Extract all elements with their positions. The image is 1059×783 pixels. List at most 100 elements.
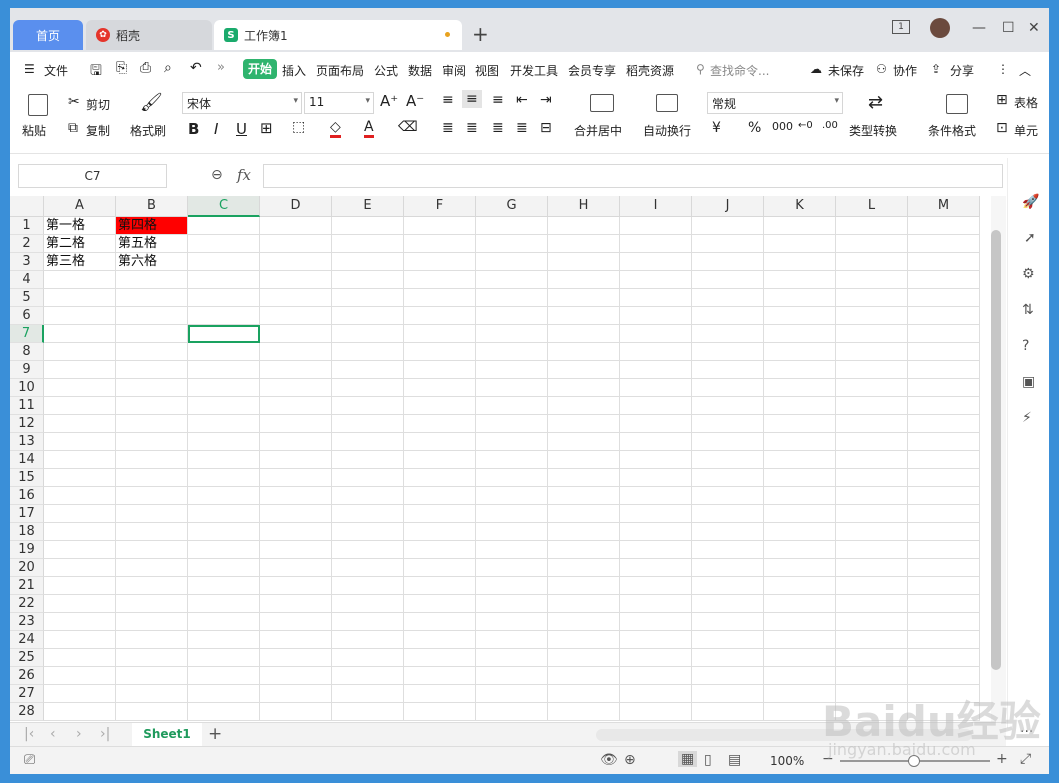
cell-I18[interactable] — [620, 523, 692, 541]
cell-I14[interactable] — [620, 451, 692, 469]
cell-A26[interactable] — [44, 667, 116, 685]
cell-D12[interactable] — [260, 415, 332, 433]
cell-J25[interactable] — [692, 649, 764, 667]
align-middle-icon[interactable]: ≡ — [462, 90, 482, 108]
cell-B13[interactable] — [116, 433, 188, 451]
cell-I3[interactable] — [620, 253, 692, 271]
cell-A24[interactable] — [44, 631, 116, 649]
cell-D24[interactable] — [260, 631, 332, 649]
cell-J15[interactable] — [692, 469, 764, 487]
cell-D22[interactable] — [260, 595, 332, 613]
new-tab-button[interactable]: + — [472, 22, 489, 46]
avatar[interactable] — [930, 18, 950, 38]
cell-K18[interactable] — [764, 523, 836, 541]
scissors-icon[interactable]: ✂ — [68, 94, 80, 110]
cell-E12[interactable] — [332, 415, 404, 433]
tab-workbook[interactable]: S 工作簿1 — [214, 20, 462, 50]
cell-G4[interactable] — [476, 271, 548, 289]
cut-button[interactable]: 剪切 — [86, 96, 110, 113]
row-header-18[interactable]: 18 — [10, 523, 44, 541]
cell-M1[interactable] — [908, 217, 980, 235]
cell-I27[interactable] — [620, 685, 692, 703]
row-header-15[interactable]: 15 — [10, 469, 44, 487]
normal-view-icon[interactable]: ▦ — [678, 751, 698, 767]
cell-D20[interactable] — [260, 559, 332, 577]
cell-H2[interactable] — [548, 235, 620, 253]
cell-G7[interactable] — [476, 325, 548, 343]
cell-G25[interactable] — [476, 649, 548, 667]
cell-G11[interactable] — [476, 397, 548, 415]
cell-F15[interactable] — [404, 469, 476, 487]
cell-J18[interactable] — [692, 523, 764, 541]
cell-J3[interactable] — [692, 253, 764, 271]
cell-K10[interactable] — [764, 379, 836, 397]
name-box[interactable]: C7 — [18, 164, 167, 188]
cell-I19[interactable] — [620, 541, 692, 559]
cell-K6[interactable] — [764, 307, 836, 325]
cell-B6[interactable] — [116, 307, 188, 325]
cell-F2[interactable] — [404, 235, 476, 253]
row-header-24[interactable]: 24 — [10, 631, 44, 649]
row-header-20[interactable]: 20 — [10, 559, 44, 577]
cell-A20[interactable] — [44, 559, 116, 577]
row-header-23[interactable]: 23 — [10, 613, 44, 631]
cell-B14[interactable] — [116, 451, 188, 469]
zoom-level[interactable]: 100% — [770, 754, 804, 768]
cell-K13[interactable] — [764, 433, 836, 451]
cell-E6[interactable] — [332, 307, 404, 325]
cell-M6[interactable] — [908, 307, 980, 325]
cell-K22[interactable] — [764, 595, 836, 613]
cell-H1[interactable] — [548, 217, 620, 235]
table-style-button[interactable]: 表格 — [1014, 94, 1038, 111]
paste-button[interactable]: 粘贴 — [22, 122, 46, 139]
column-header-J[interactable]: J — [692, 196, 764, 217]
cell-F22[interactable] — [404, 595, 476, 613]
cell-I22[interactable] — [620, 595, 692, 613]
cell-J1[interactable] — [692, 217, 764, 235]
cell-H19[interactable] — [548, 541, 620, 559]
column-header-G[interactable]: G — [476, 196, 548, 217]
cell-F16[interactable] — [404, 487, 476, 505]
row-header-21[interactable]: 21 — [10, 577, 44, 595]
close-button[interactable]: ✕ — [1028, 20, 1040, 36]
cell-C14[interactable] — [188, 451, 260, 469]
collab-button[interactable]: 协作 — [893, 62, 917, 79]
cell-C3[interactable] — [188, 253, 260, 271]
cell-I11[interactable] — [620, 397, 692, 415]
next-sheet-icon[interactable]: › — [76, 726, 82, 742]
unsaved-button[interactable]: 未保存 — [828, 62, 864, 79]
cell-D6[interactable] — [260, 307, 332, 325]
cell-A28[interactable] — [44, 703, 116, 721]
tab-daoke[interactable]: ✿ 稻壳 — [86, 20, 212, 50]
cell-J16[interactable] — [692, 487, 764, 505]
cell-A13[interactable] — [44, 433, 116, 451]
cell-K1[interactable] — [764, 217, 836, 235]
cell-F26[interactable] — [404, 667, 476, 685]
row-header-5[interactable]: 5 — [10, 289, 44, 307]
cell-I25[interactable] — [620, 649, 692, 667]
cell-C6[interactable] — [188, 307, 260, 325]
menu-daoke-resources[interactable]: 稻壳资源 — [626, 62, 674, 79]
cell-G10[interactable] — [476, 379, 548, 397]
cell-L16[interactable] — [836, 487, 908, 505]
cell-F4[interactable] — [404, 271, 476, 289]
cell-J13[interactable] — [692, 433, 764, 451]
rocket-icon[interactable]: 🚀 — [1022, 194, 1039, 210]
cell-E8[interactable] — [332, 343, 404, 361]
cell-F18[interactable] — [404, 523, 476, 541]
cell-G24[interactable] — [476, 631, 548, 649]
cell-E1[interactable] — [332, 217, 404, 235]
more-menu-icon[interactable]: ⋮ — [997, 62, 1009, 76]
minimize-button[interactable]: — — [972, 20, 986, 36]
cell-J17[interactable] — [692, 505, 764, 523]
cell-L20[interactable] — [836, 559, 908, 577]
cell-L4[interactable] — [836, 271, 908, 289]
copy-button[interactable]: 复制 — [86, 122, 110, 139]
menu-start[interactable]: 开始 — [243, 59, 277, 79]
menu-file[interactable]: 文件 — [44, 62, 68, 79]
clear-format-icon[interactable]: ⌫ — [398, 119, 418, 135]
menu-data[interactable]: 数据 — [408, 62, 432, 79]
cell-C2[interactable] — [188, 235, 260, 253]
cell-H18[interactable] — [548, 523, 620, 541]
cell-J4[interactable] — [692, 271, 764, 289]
